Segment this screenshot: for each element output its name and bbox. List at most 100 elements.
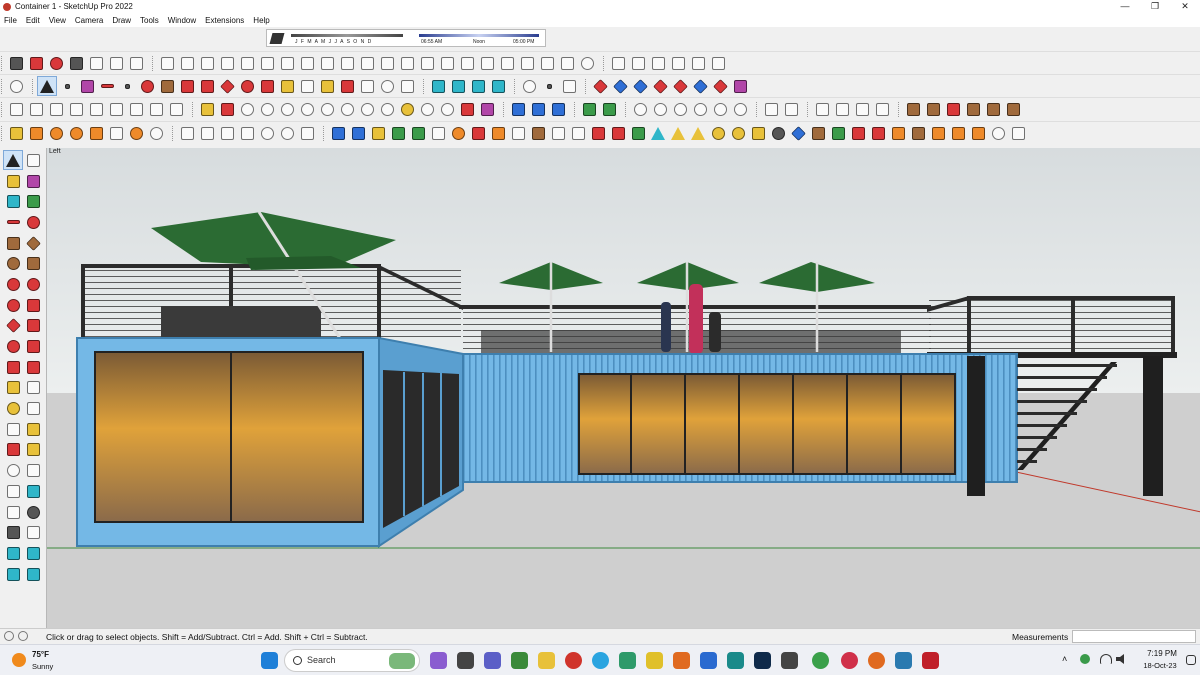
rt-4-icon[interactable] — [388, 123, 408, 143]
rt-6-icon[interactable] — [428, 123, 448, 143]
rt-23-icon[interactable] — [768, 123, 788, 143]
measurements-input[interactable] — [1072, 630, 1196, 643]
curvy-4-icon[interactable] — [690, 99, 710, 119]
arc-tool-icon[interactable] — [197, 53, 217, 73]
menu-camera[interactable]: Camera — [75, 16, 103, 25]
rt-16-icon[interactable] — [628, 123, 648, 143]
barn-icon[interactable] — [688, 53, 708, 73]
position-camera-tool-icon[interactable] — [3, 502, 23, 522]
construct-2-icon[interactable] — [26, 123, 46, 143]
section-plane-tool-icon[interactable] — [23, 523, 43, 543]
groups-icon[interactable] — [166, 99, 186, 119]
autocad-icon[interactable] — [922, 652, 939, 669]
line-dropdown-icon[interactable] — [117, 76, 137, 96]
tag-icon[interactable] — [197, 99, 217, 119]
rt-35-icon[interactable] — [1008, 123, 1028, 143]
rt-19-icon[interactable] — [688, 123, 708, 143]
polygon-icon[interactable] — [23, 254, 43, 274]
window-4-icon[interactable] — [872, 99, 892, 119]
weather-condition[interactable]: Sunny — [32, 662, 53, 671]
rotate-icon[interactable] — [237, 76, 257, 96]
close-button[interactable]: ✕ — [1170, 0, 1200, 13]
circle-tool-11-icon[interactable] — [437, 99, 457, 119]
pan-tool-icon[interactable] — [23, 440, 43, 460]
curvy-3-icon[interactable] — [670, 99, 690, 119]
extension-warehouse-icon[interactable] — [708, 53, 728, 73]
top-view-icon[interactable] — [26, 99, 46, 119]
notifications-icon[interactable] — [1186, 655, 1196, 665]
line-icon[interactable] — [3, 212, 23, 232]
follow-me-array-icon[interactable] — [557, 53, 577, 73]
add-detail-icon[interactable] — [106, 53, 126, 73]
curvy-5-icon[interactable] — [710, 99, 730, 119]
rt-28-icon[interactable] — [868, 123, 888, 143]
paint-icon[interactable] — [3, 171, 23, 191]
paint-5-icon[interactable] — [983, 99, 1003, 119]
menu-file[interactable]: File — [4, 16, 17, 25]
rt-3-icon[interactable] — [368, 123, 388, 143]
follow-me-tool-icon[interactable] — [23, 337, 43, 357]
tag-tool-icon[interactable] — [3, 192, 23, 212]
section-plane-icon[interactable] — [126, 99, 146, 119]
normal-push-pull-icon[interactable] — [357, 53, 377, 73]
bevel-icon[interactable] — [417, 53, 437, 73]
polyline-tool-icon[interactable] — [237, 53, 257, 73]
rt-13-icon[interactable] — [568, 123, 588, 143]
trim-icon[interactable] — [670, 76, 690, 96]
paint-3-icon[interactable] — [943, 99, 963, 119]
rt-31-icon[interactable] — [928, 123, 948, 143]
taskbar-search[interactable]: Search — [284, 649, 420, 672]
rt-33-icon[interactable] — [968, 123, 988, 143]
window-3-icon[interactable] — [852, 99, 872, 119]
sphere-icon[interactable] — [577, 53, 597, 73]
xray-icon[interactable] — [428, 76, 448, 96]
app-icon-1[interactable] — [727, 652, 744, 669]
modeling-viewport[interactable]: Left — [46, 148, 1200, 628]
rotate-tool-icon[interactable] — [3, 337, 23, 357]
dimension-tool-icon[interactable] — [23, 378, 43, 398]
circle-tool-5-icon[interactable] — [317, 99, 337, 119]
intersect-icon[interactable] — [610, 76, 630, 96]
rt-15-icon[interactable] — [608, 123, 628, 143]
month-slider[interactable] — [291, 34, 403, 37]
start-icon[interactable] — [261, 652, 278, 669]
rt-1-icon[interactable] — [328, 123, 348, 143]
scale-icon[interactable] — [257, 76, 277, 96]
zoom-extents-icon[interactable] — [397, 76, 417, 96]
axes-icon[interactable] — [3, 419, 23, 439]
rt-2-icon[interactable] — [348, 123, 368, 143]
rt-14-icon[interactable] — [588, 123, 608, 143]
chamfer-tool-icon[interactable] — [277, 53, 297, 73]
construct-7-icon[interactable] — [126, 123, 146, 143]
push-pull-icon[interactable] — [177, 76, 197, 96]
tape-tool-icon[interactable] — [3, 378, 23, 398]
window-1-icon[interactable] — [812, 99, 832, 119]
paint-6-icon[interactable] — [1003, 99, 1023, 119]
weather-sun-icon[interactable] — [12, 653, 26, 667]
shape-6-icon[interactable] — [277, 123, 297, 143]
joint-push-pull-icon[interactable] — [317, 53, 337, 73]
walk-icon[interactable] — [3, 523, 23, 543]
rt-17-icon[interactable] — [648, 123, 668, 143]
rt-18-icon[interactable] — [668, 123, 688, 143]
copilot-icon[interactable] — [430, 652, 447, 669]
sketchup-icon[interactable] — [895, 652, 912, 669]
construct-3-icon[interactable] — [46, 123, 66, 143]
shape-3-icon[interactable] — [217, 123, 237, 143]
offset-tool-icon[interactable] — [23, 357, 43, 377]
tape-measure-icon[interactable] — [277, 76, 297, 96]
geo-status-icon[interactable] — [4, 631, 14, 641]
protractor-icon[interactable] — [3, 399, 23, 419]
shape-1-icon[interactable] — [177, 123, 197, 143]
components-icon[interactable] — [146, 99, 166, 119]
move-tool-icon[interactable] — [3, 316, 23, 336]
skin-icon[interactable] — [457, 53, 477, 73]
arrow-tool-icon[interactable] — [457, 99, 477, 119]
rt-26-icon[interactable] — [828, 123, 848, 143]
show-hidden-icons-icon[interactable]: ˄ — [1062, 654, 1067, 664]
tray-app-icon[interactable] — [1080, 654, 1090, 664]
select-icon[interactable] — [3, 150, 23, 171]
round-corner-icon[interactable] — [377, 53, 397, 73]
offset-edge-icon[interactable] — [297, 53, 317, 73]
construct-8-icon[interactable] — [146, 123, 166, 143]
